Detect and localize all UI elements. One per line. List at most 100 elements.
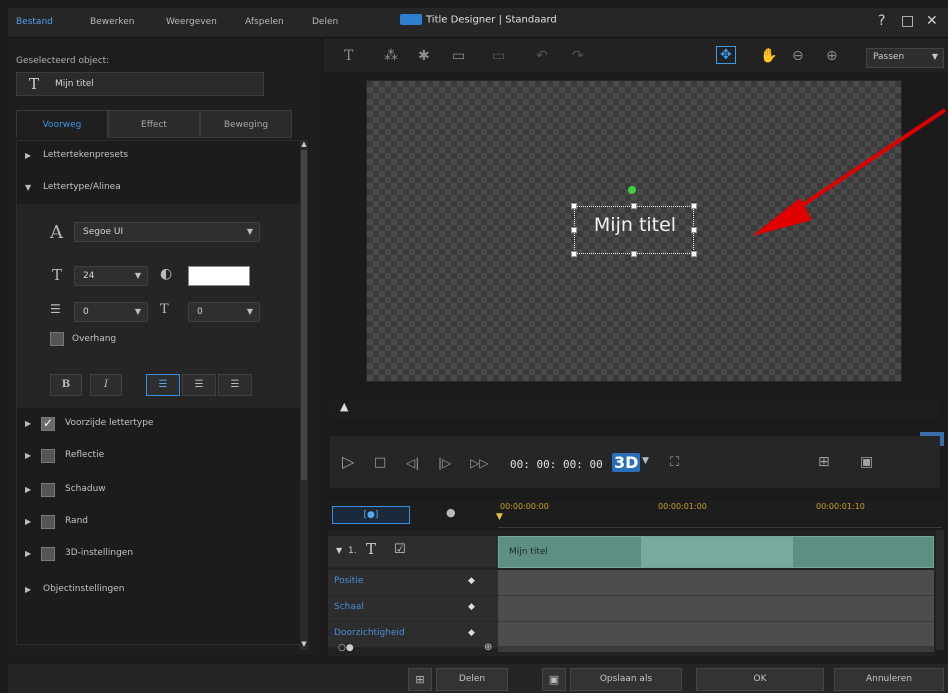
scroll-down-icon[interactable]: ▼ [300, 640, 308, 648]
play-icon[interactable]: ▷ [342, 452, 354, 471]
insert-frame-icon[interactable]: ▭ [492, 48, 505, 64]
resize-handle-top-left[interactable] [571, 203, 577, 209]
track-visible-checkbox[interactable]: ☑ [394, 542, 406, 557]
fast-forward-icon[interactable]: ▷▷ [470, 456, 488, 470]
line-spacing-dropdown[interactable]: 0 ▼ [74, 302, 148, 322]
track-row-opacity[interactable] [498, 622, 934, 648]
resize-handle-bottom-right[interactable] [691, 251, 697, 257]
next-frame-icon[interactable]: |▷ [438, 456, 451, 470]
preview-scrubber[interactable]: ▲ [330, 398, 940, 420]
overhang-label: Overhang [72, 334, 117, 344]
zoom-fit-dropdown[interactable]: Passen ▼ [866, 48, 944, 68]
track-row-scale[interactable] [498, 596, 934, 622]
bold-button[interactable]: B [50, 374, 82, 396]
cancel-button[interactable]: Annuleren [834, 668, 944, 691]
align-right-icon: ☰ [230, 379, 240, 390]
tab-voorweg[interactable]: Voorweg [16, 110, 108, 138]
align-left-button[interactable]: ☰ [146, 374, 180, 396]
section-shadow[interactable]: ▶ Schaduw [17, 476, 303, 504]
menu-item-bewerken[interactable]: Bewerken [90, 17, 134, 27]
section-fill[interactable]: ▶ Voorzijde lettertype [17, 410, 303, 438]
timeline-vscrollbar[interactable] [936, 530, 944, 650]
section-reflection[interactable]: ▶ Reflectie [17, 442, 303, 470]
section-object[interactable]: ▶ Objectinstellingen [17, 576, 303, 604]
close-button[interactable]: ✕ [926, 13, 938, 29]
section-3d-settings[interactable]: ▶ 3D-instellingen [17, 540, 303, 568]
title-text-object[interactable]: Mijn titel [570, 214, 700, 236]
timeline-hscrollbar[interactable] [498, 646, 934, 652]
selected-object-field[interactable]: T Mijn titel [16, 72, 264, 96]
undo-icon[interactable]: ↶ [536, 48, 548, 64]
overhang-checkbox[interactable] [50, 332, 64, 346]
font-size-dropdown[interactable]: 24 ▼ [74, 266, 148, 286]
resize-handle-bottom-left[interactable] [571, 251, 577, 257]
redo-icon[interactable]: ↷ [572, 48, 584, 64]
3d-mode-button[interactable]: 3D [612, 453, 641, 472]
save-as-icon[interactable]: ▣ [542, 668, 566, 691]
align-right-button[interactable]: ☰ [218, 374, 252, 396]
insert-text-icon[interactable]: T [344, 48, 353, 64]
section-presets[interactable]: ▶ Lettertekenpresets [17, 142, 303, 170]
font-name-dropdown[interactable]: Segoe UI ▼ [74, 222, 260, 242]
help-button[interactable]: ? [878, 13, 885, 29]
chevron-down-icon[interactable]: ▼ [642, 456, 649, 466]
resize-handle-left[interactable] [571, 227, 577, 233]
menu-item-bestand[interactable]: Bestand [16, 17, 53, 27]
insert-shape-icon[interactable]: ▭ [452, 48, 465, 64]
rotate-handle[interactable] [628, 186, 636, 194]
scrollbar-thumb[interactable] [301, 150, 307, 480]
menu-item-weergeven[interactable]: Weergeven [166, 17, 217, 27]
border-checkbox[interactable] [41, 515, 55, 529]
font-color-swatch[interactable] [188, 266, 250, 286]
stop-icon[interactable]: □ [374, 455, 386, 470]
resize-handle-top[interactable] [631, 203, 637, 209]
timeline-settings-icon[interactable]: ● [446, 506, 456, 519]
keyframe-diamond-icon[interactable]: ◆ [468, 628, 475, 638]
playhead-icon[interactable]: ▼ [496, 512, 503, 522]
tab-effect[interactable]: Effect [108, 110, 200, 138]
ok-button[interactable]: OK [696, 668, 824, 691]
align-center-button[interactable]: ☰ [182, 374, 216, 396]
italic-button[interactable]: I [90, 374, 122, 396]
timeline-zoom-slider-icon[interactable]: ○● [338, 643, 354, 653]
menu-item-afspelen[interactable]: Afspelen [245, 17, 284, 27]
zoom-out-icon[interactable]: ⊖ [792, 48, 804, 64]
title-clip[interactable]: Mijn titel [498, 536, 934, 568]
resize-handle-bottom[interactable] [631, 251, 637, 257]
grid-lines-icon[interactable]: ⊞ [818, 454, 830, 470]
resize-handle-right[interactable] [691, 227, 697, 233]
move-tool-icon[interactable]: ✥ [716, 46, 736, 64]
previous-frame-icon[interactable]: ◁| [406, 456, 419, 470]
insert-particle-icon[interactable]: ⁂ [384, 48, 398, 64]
timeline-ruler[interactable] [498, 500, 942, 528]
track-row-position[interactable] [498, 570, 934, 596]
shadow-checkbox[interactable] [41, 483, 55, 497]
properties-scrollbar[interactable]: ▲ ▼ [300, 140, 308, 650]
keyframe-diamond-icon[interactable]: ◆ [468, 602, 475, 612]
section-font[interactable]: ▼ Lettertype/Alinea [17, 174, 303, 202]
fill-checkbox[interactable] [41, 416, 55, 431]
insert-image-icon[interactable]: ✱ [418, 48, 430, 64]
share-button[interactable]: Delen [436, 668, 508, 691]
zoom-in-icon[interactable]: ⊕ [826, 48, 838, 64]
safe-zone-icon[interactable]: ▣ [860, 454, 873, 470]
maximize-button[interactable]: □ [901, 13, 914, 29]
char-spacing-dropdown[interactable]: 0 ▼ [188, 302, 260, 322]
track-expand-icon[interactable]: ▼ [336, 546, 342, 555]
hand-tool-icon[interactable]: ✋ [760, 48, 777, 64]
save-as-button[interactable]: Opslaan als [570, 668, 682, 691]
timeline-zoom-in-icon[interactable]: ⊕ [484, 642, 492, 653]
settings-3d-checkbox[interactable] [41, 547, 55, 561]
chevron-down-icon: ▼ [246, 307, 253, 316]
section-border[interactable]: ▶ Rand [17, 508, 303, 536]
fullscreen-icon[interactable]: ⛶ [670, 455, 679, 470]
scrubber-handle-icon[interactable]: ▲ [340, 400, 348, 413]
scroll-up-icon[interactable]: ▲ [300, 140, 308, 148]
timeline-keyframe-tab[interactable]: [●] [332, 506, 410, 524]
reflection-checkbox[interactable] [41, 449, 55, 463]
menu-item-delen[interactable]: Delen [312, 17, 338, 27]
resize-handle-top-right[interactable] [691, 203, 697, 209]
tab-beweging[interactable]: Beweging [200, 110, 292, 138]
keyframe-diamond-icon[interactable]: ◆ [468, 576, 475, 586]
share-icon[interactable]: ⊞ [408, 668, 432, 691]
